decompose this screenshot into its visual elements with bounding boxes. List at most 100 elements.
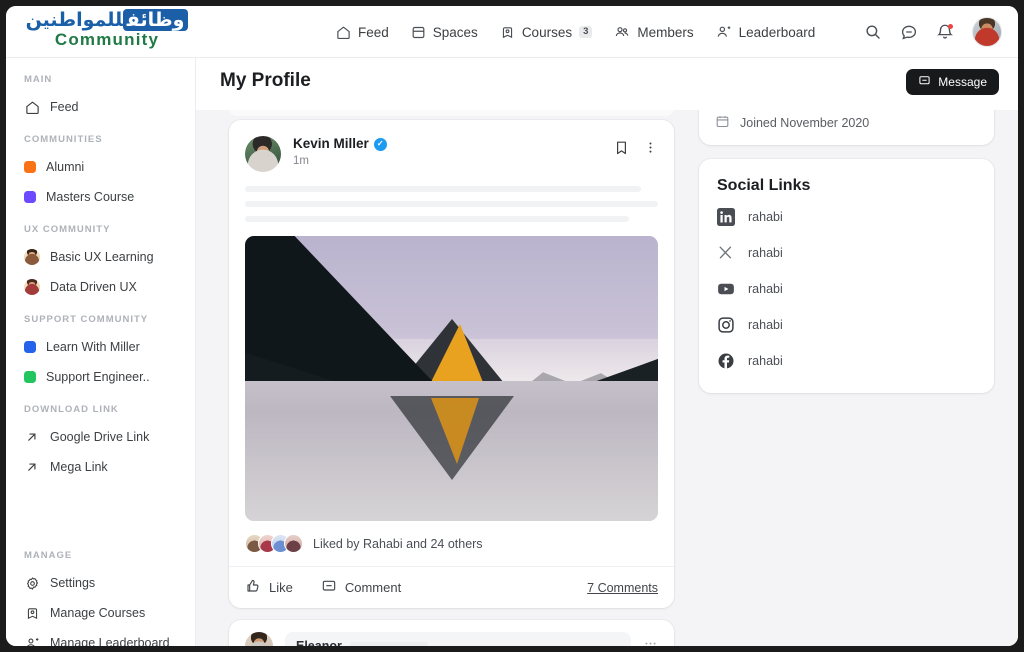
external-link-icon (24, 460, 40, 474)
color-swatch (24, 371, 36, 383)
courses-icon (24, 606, 40, 621)
comment-author: Eleanor (296, 639, 342, 646)
sidebar-section-support-community: SUPPORT COMMUNITY (24, 314, 149, 325)
linkedin-icon (717, 208, 735, 226)
top-nav-actions (864, 6, 1002, 58)
sidebar-label-manage-leaderboard: Manage Leaderboard (50, 636, 170, 646)
social-link-instagram[interactable]: rahabi (699, 307, 994, 343)
thumbs-up-icon (245, 578, 261, 597)
comment-bubble: Eleanor (285, 632, 631, 646)
message-button[interactable]: Message (906, 69, 999, 95)
post-likes-text: Liked by Rahabi and 24 others (313, 536, 483, 551)
sidebar-label-learn-with-miller: Learn With Miller (46, 340, 140, 354)
avatar (24, 249, 40, 265)
nav-label-spaces: Spaces (432, 24, 478, 40)
sidebar-item-manage-leaderboard[interactable]: Manage Leaderboard (6, 628, 195, 646)
post-action-bar: Like Comment 7 Comments (229, 566, 674, 608)
leaderboard-icon (24, 636, 40, 646)
sidebar-section-ux-community: UX COMMUNITY (24, 224, 111, 235)
social-links-card: Social Links rahabi rahabi rahabi rahabi (699, 159, 994, 393)
post-card: Kevin Miller ✓ 1m Liked by Rahabi and 24… (229, 120, 674, 608)
calendar-icon (715, 114, 730, 132)
sidebar-item-manage-courses[interactable]: Manage Courses (6, 598, 195, 628)
social-link-x[interactable]: rahabi (699, 235, 994, 271)
sidebar-item-learn-with-miller[interactable]: Learn With Miller (6, 332, 195, 362)
social-link-facebook[interactable]: rahabi (699, 343, 994, 379)
sidebar-item-settings[interactable]: Settings (6, 568, 195, 598)
sidebar-label-data-driven-ux: Data Driven UX (50, 280, 137, 294)
social-link-youtube[interactable]: rahabi (699, 271, 994, 307)
notification-dot (948, 24, 953, 29)
post-header: Kevin Miller ✓ 1m (229, 120, 674, 172)
avatar[interactable] (245, 136, 281, 172)
social-links-title: Social Links (717, 177, 811, 194)
sidebar-label-basic-ux-learning: Basic UX Learning (50, 250, 154, 264)
notifications-icon[interactable] (936, 23, 954, 41)
sidebar-item-data-driven-ux[interactable]: Data Driven UX (6, 272, 195, 302)
color-swatch (24, 191, 36, 203)
sidebar-item-feed[interactable]: Feed (6, 92, 195, 122)
skeleton-line (245, 201, 658, 207)
sidebar-item-alumni[interactable]: Alumni (6, 152, 195, 182)
nav-item-members[interactable]: Members (614, 24, 694, 40)
home-icon (336, 25, 351, 40)
page-header: My Profile Message (196, 58, 1018, 110)
bookmark-icon[interactable] (613, 139, 630, 161)
app-window: وظائفللمواطنين Community Feed Spaces Cou… (6, 6, 1018, 646)
image-peak-reflection-sunlit (430, 398, 479, 465)
like-button[interactable]: Like (245, 578, 293, 597)
post-image[interactable] (245, 236, 658, 521)
brand-logo-arabic: وظائفللمواطنين (22, 8, 192, 32)
search-icon[interactable] (864, 23, 882, 41)
nav-item-leaderboard[interactable]: Leaderboard (716, 24, 815, 40)
gear-icon (24, 576, 40, 591)
sidebar-item-support-engineer[interactable]: Support Engineer.. (6, 362, 195, 392)
sidebar-section-manage: MANAGE (24, 550, 73, 561)
sidebar-item-google-drive-link[interactable]: Google Drive Link (6, 422, 195, 452)
nav-item-courses[interactable]: Courses 3 (500, 25, 593, 40)
members-icon (614, 24, 630, 40)
post-author-name: Kevin Miller (293, 136, 369, 151)
feed-column: Kevin Miller ✓ 1m Liked by Rahabi and 24… (229, 120, 674, 646)
brand-logo[interactable]: وظائفللمواطنين Community (22, 8, 192, 49)
nav-item-spaces[interactable]: Spaces (411, 25, 478, 40)
social-handle-linkedin: rahabi (748, 210, 783, 224)
social-handle-x: rahabi (748, 246, 783, 260)
avatar[interactable] (245, 632, 273, 646)
brand-logo-community: Community (54, 30, 160, 49)
main-content: My Profile Message Kevin Miller ✓ 1m Lik… (196, 58, 1018, 646)
nav-item-feed[interactable]: Feed (336, 25, 389, 40)
post-actions (613, 136, 658, 161)
comment-more-options-icon[interactable] (643, 636, 658, 646)
social-handle-youtube: rahabi (748, 282, 783, 296)
message-button-label: Message (938, 75, 987, 89)
sidebar-label-manage-courses: Manage Courses (50, 606, 146, 620)
user-avatar[interactable] (972, 17, 1002, 47)
comment-row: Eleanor (229, 620, 674, 646)
comments-count-link[interactable]: 7 Comments (587, 581, 658, 595)
sidebar-item-mega-link[interactable]: Mega Link (6, 452, 195, 482)
leaderboard-icon (716, 24, 732, 40)
sidebar-section-communities: COMMUNITIES (24, 134, 103, 145)
sidebar-section-main: MAIN (24, 74, 53, 85)
brand-logo-arabic-rest: للمواطنين (25, 9, 123, 31)
liker-avatars (245, 534, 303, 553)
chat-icon[interactable] (900, 23, 918, 41)
post-author[interactable]: Kevin Miller ✓ (293, 136, 387, 152)
page-title: My Profile (220, 70, 311, 91)
avatar (284, 534, 303, 553)
avatar (24, 279, 40, 295)
color-swatch (24, 341, 36, 353)
sidebar-item-masters-course[interactable]: Masters Course (6, 182, 195, 212)
courses-icon (500, 25, 515, 40)
color-swatch (24, 161, 36, 173)
instagram-icon (717, 316, 735, 334)
comment-label: Comment (344, 580, 402, 595)
sidebar-item-basic-ux-learning[interactable]: Basic UX Learning (6, 242, 195, 272)
social-handle-facebook: rahabi (748, 354, 783, 368)
social-link-linkedin[interactable]: rahabi (699, 199, 994, 235)
comment-button[interactable]: Comment (321, 578, 401, 597)
more-options-icon[interactable] (643, 140, 658, 160)
message-icon (918, 74, 931, 90)
youtube-icon (717, 280, 735, 298)
